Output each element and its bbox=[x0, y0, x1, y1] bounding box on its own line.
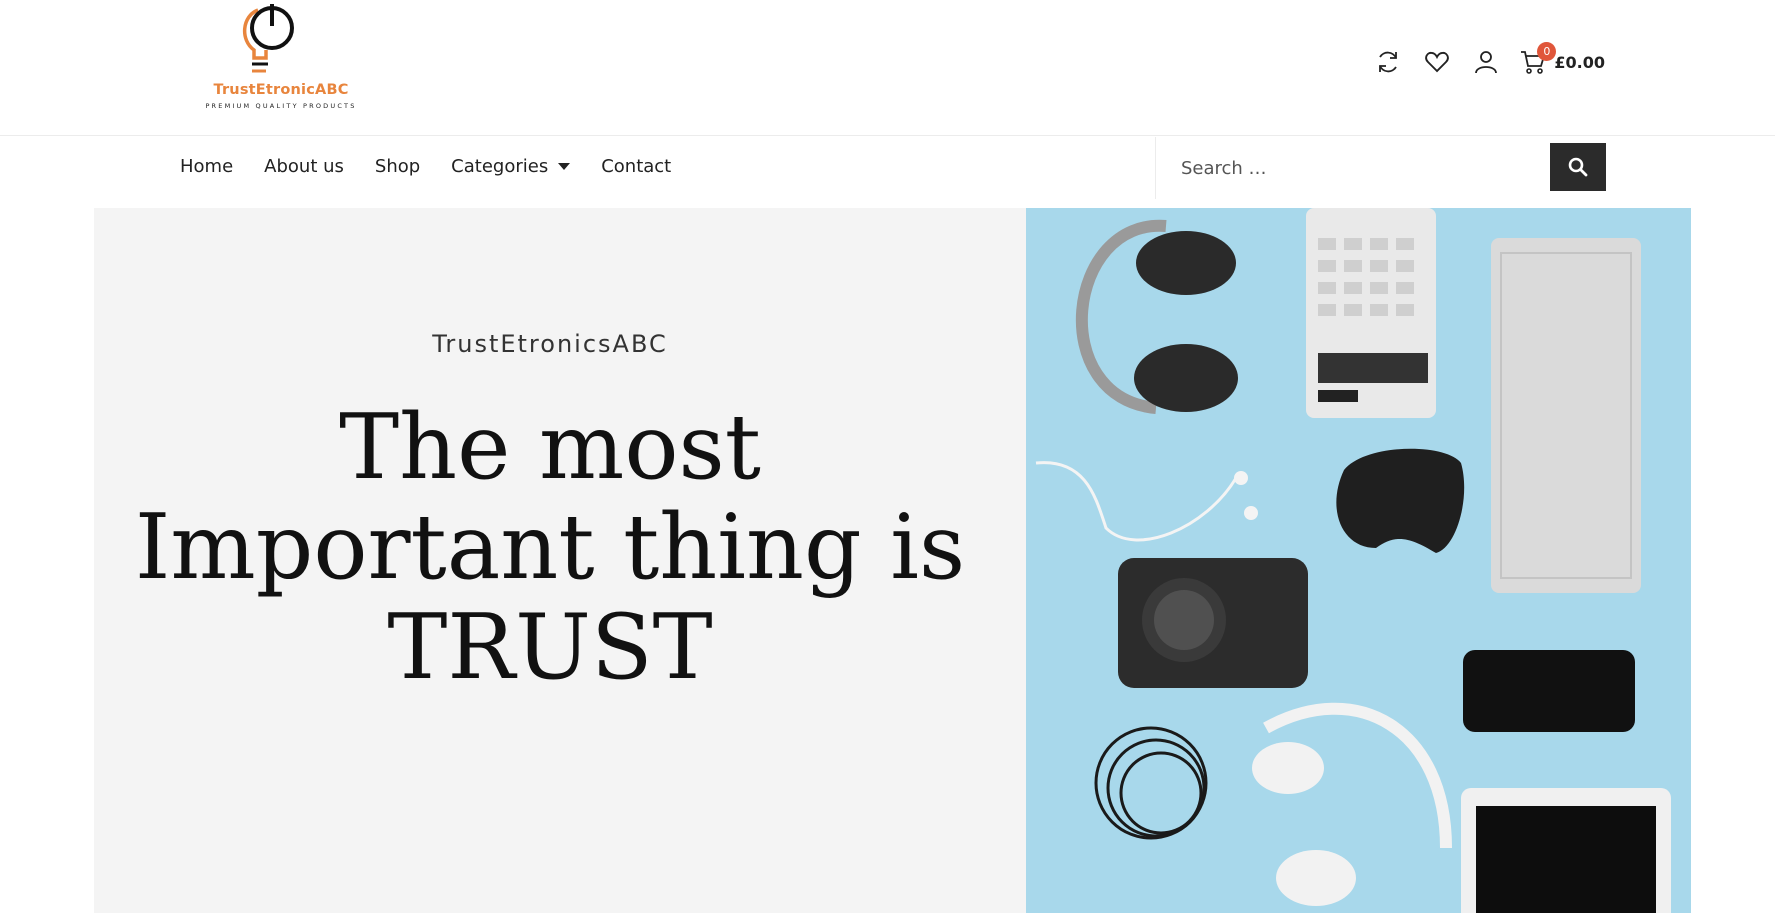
search-button[interactable] bbox=[1550, 143, 1606, 191]
compare-button[interactable] bbox=[1373, 47, 1403, 77]
hero-text-panel: TrustEtronicsABC The most Important thin… bbox=[94, 208, 1026, 913]
heart-icon bbox=[1425, 51, 1450, 73]
game-controller bbox=[1336, 448, 1465, 553]
wishlist-button[interactable] bbox=[1422, 47, 1452, 77]
site-header: TrustEtronicABC PREMIUM QUALITY PRODUCTS bbox=[0, 0, 1775, 136]
search-form bbox=[1155, 137, 1606, 199]
electronics-flatlay-illustration bbox=[1026, 208, 1691, 913]
keyboard bbox=[1491, 238, 1641, 593]
headphones-earcup bbox=[1136, 231, 1236, 295]
hero-headline: The most Important thing is TRUST bbox=[134, 395, 966, 700]
main-menu: Home About us Shop Categories Contact bbox=[180, 137, 702, 195]
hero-image bbox=[1026, 208, 1691, 913]
nav-item-shop[interactable]: Shop bbox=[375, 156, 420, 177]
nav-item-categories[interactable]: Categories bbox=[451, 155, 571, 177]
lightbulb-power-icon bbox=[243, 4, 294, 73]
search-input[interactable] bbox=[1156, 144, 1550, 192]
smartphone bbox=[1463, 650, 1635, 732]
caret-down-icon bbox=[558, 162, 571, 170]
main-navigation-bar: Home About us Shop Categories Contact bbox=[0, 137, 1775, 209]
nav-item-label: Contact bbox=[601, 155, 672, 177]
headphones-earcup bbox=[1134, 344, 1238, 412]
nav-item-label: Categories bbox=[451, 155, 549, 177]
account-button[interactable] bbox=[1471, 47, 1501, 77]
nav-item-label: Home bbox=[180, 155, 234, 177]
nav-item-label: Shop bbox=[374, 155, 421, 177]
refresh-icon bbox=[1379, 51, 1398, 73]
cart-total: £0.00 bbox=[1554, 52, 1605, 72]
site-logo[interactable]: TrustEtronicABC PREMIUM QUALITY PRODUCTS bbox=[196, 2, 366, 114]
logo-title: TrustEtronicABC bbox=[213, 82, 349, 98]
cart-button[interactable]: 0 £0.00 bbox=[1520, 42, 1605, 75]
search-icon bbox=[1568, 157, 1588, 177]
logo-tagline: PREMIUM QUALITY PRODUCTS bbox=[205, 102, 357, 110]
nav-item-contact[interactable]: Contact bbox=[601, 156, 671, 177]
nav-item-home[interactable]: Home bbox=[180, 156, 233, 177]
hero-banner: TrustEtronicsABC The most Important thin… bbox=[94, 208, 1691, 913]
user-icon bbox=[1475, 51, 1498, 74]
hero-eyebrow: TrustEtronicsABC bbox=[432, 330, 668, 358]
nav-item-about-us[interactable]: About us bbox=[264, 156, 344, 177]
header-tools: 0 £0.00 bbox=[1354, 42, 1605, 80]
nav-item-label: About us bbox=[264, 155, 344, 177]
